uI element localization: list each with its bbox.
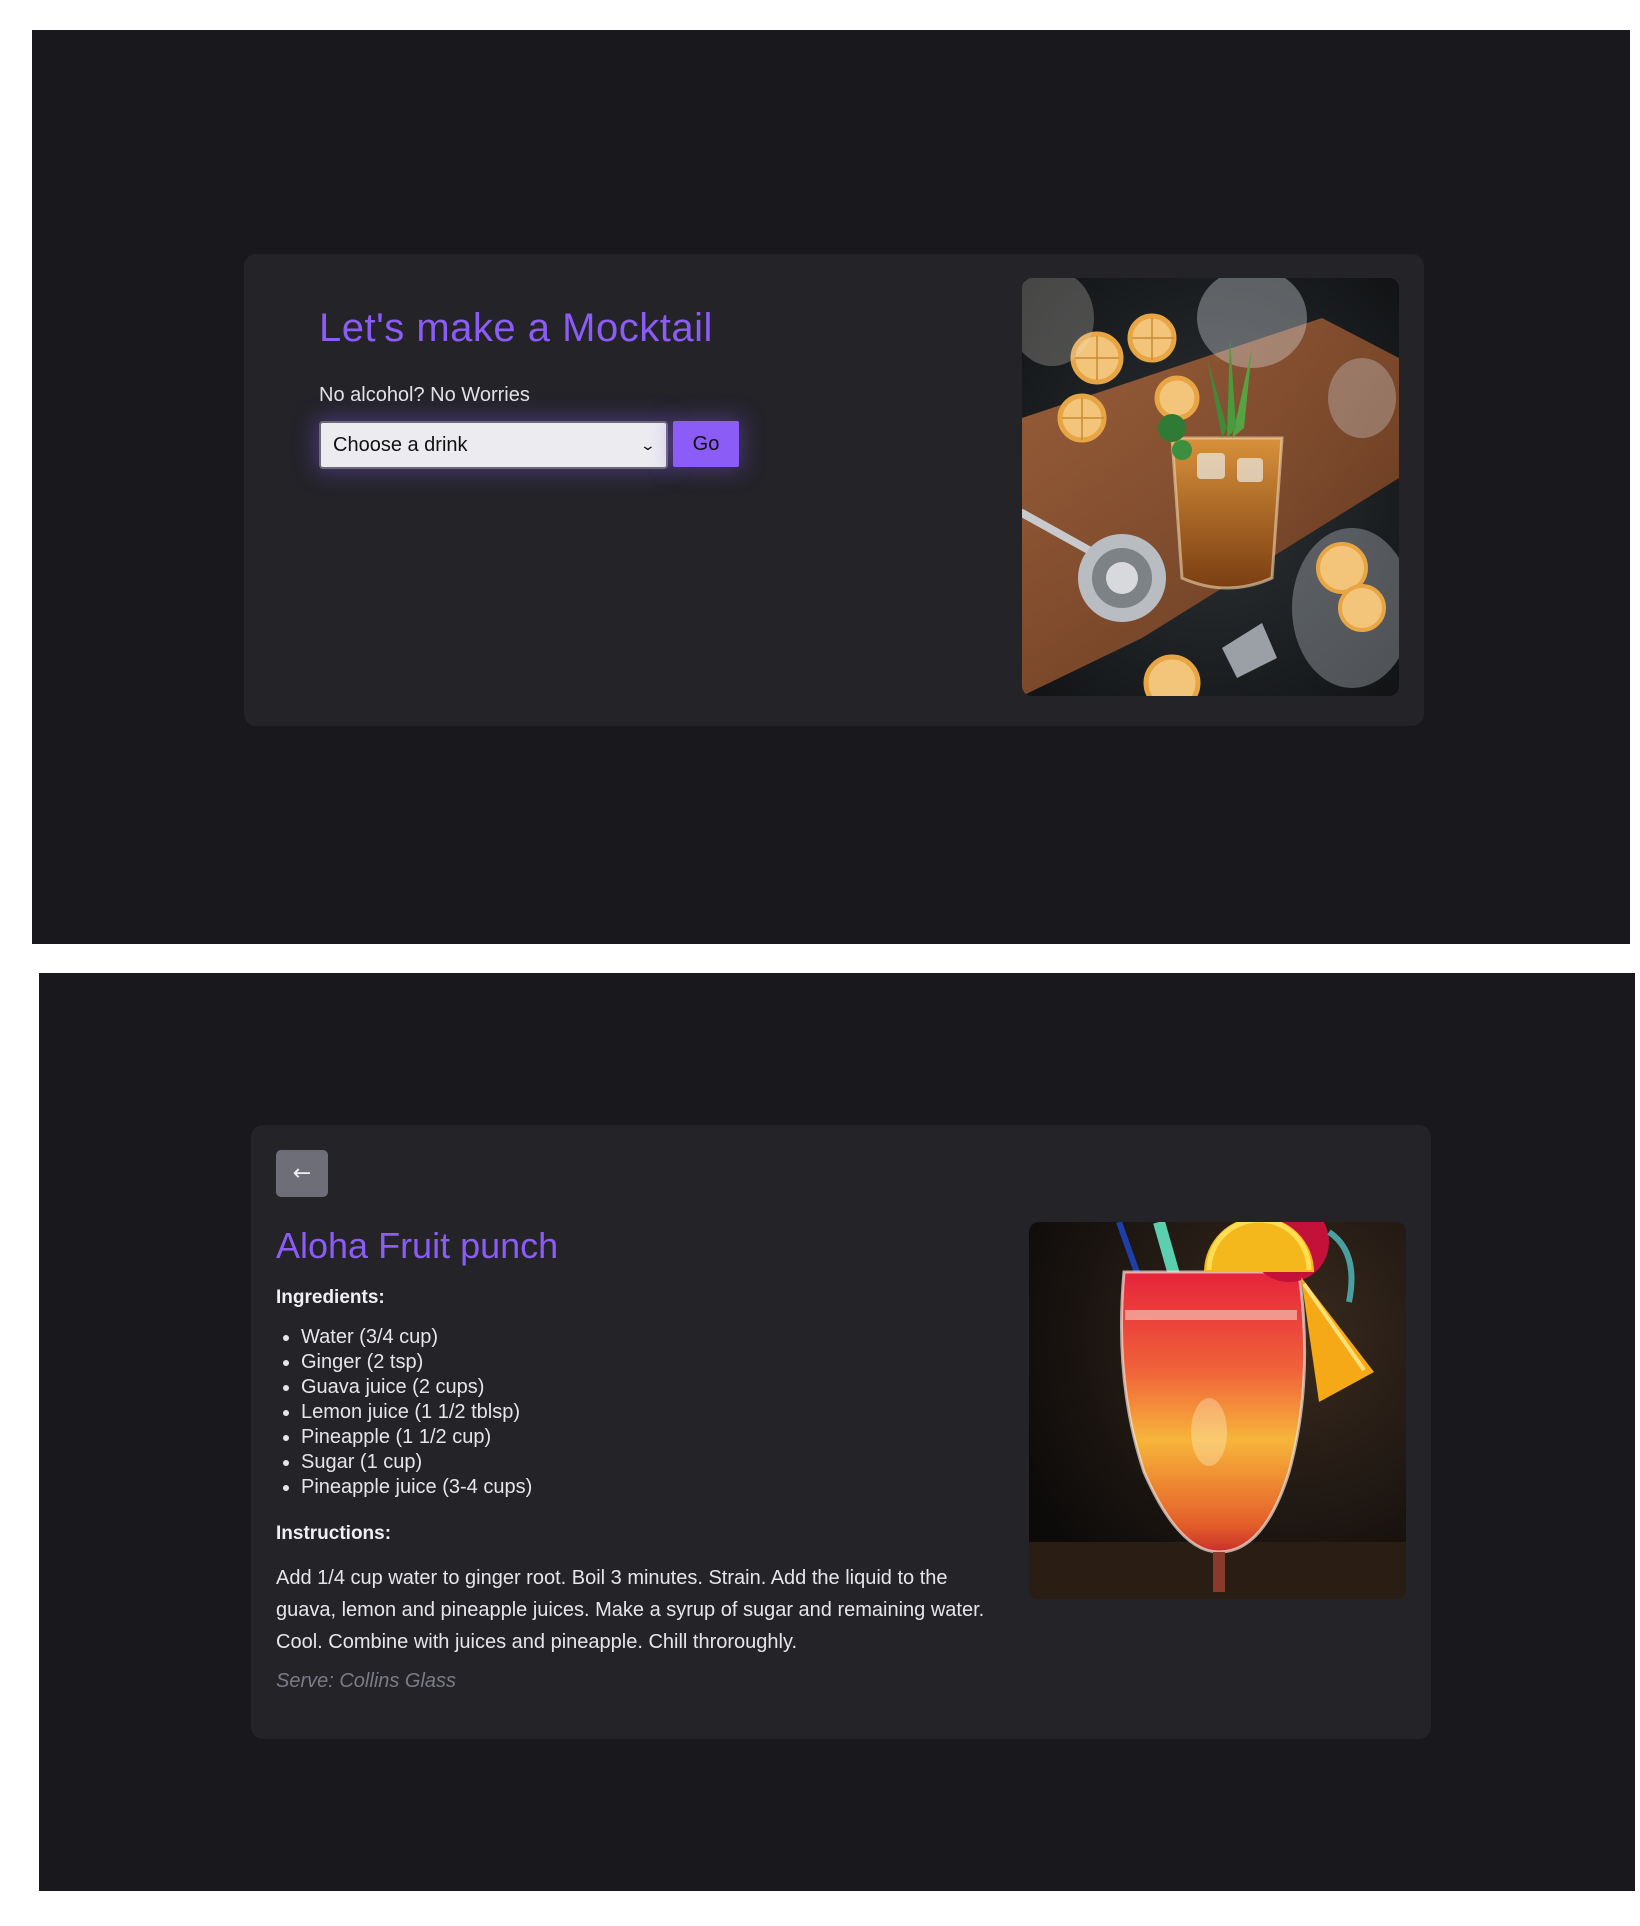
recipe-card: ← Aloha Fruit punch Ingredients: Water (… [251, 1125, 1431, 1739]
go-button[interactable]: Go [673, 421, 739, 467]
drink-select[interactable]: Choose a drink ⌄ [319, 421, 668, 469]
ingredient-item: Ginger (2 tsp) [301, 1350, 532, 1375]
drink-select-value: Choose a drink [333, 433, 468, 456]
mocktail-picker-card: Let's make a Mocktail No alcohol? No Wor… [244, 254, 1424, 726]
ingredient-item: Pineapple juice (3-4 cups) [301, 1475, 532, 1500]
home-screen: Let's make a Mocktail No alcohol? No Wor… [32, 30, 1630, 944]
ingredient-item: Water (3/4 cup) [301, 1325, 532, 1350]
ingredient-item: Guava juice (2 cups) [301, 1375, 532, 1400]
fruit-punch-glass-photo [1029, 1222, 1406, 1599]
back-button[interactable]: ← [276, 1150, 328, 1197]
recipe-screen: ← Aloha Fruit punch Ingredients: Water (… [39, 973, 1635, 1891]
ingredients-label: Ingredients: [276, 1287, 385, 1308]
instructions-text: Add 1/4 cup water to ginger root. Boil 3… [276, 1567, 985, 1653]
ingredient-item: Pineapple (1 1/2 cup) [301, 1425, 532, 1450]
ingredient-item: Lemon juice (1 1/2 tblsp) [301, 1400, 532, 1425]
cocktail-bar-photo [1022, 278, 1399, 696]
page-title: Let's make a Mocktail [319, 306, 713, 350]
serve-glass-note: Serve: Collins Glass [276, 1670, 457, 1692]
chevron-down-icon: ⌄ [639, 436, 657, 453]
cocktail-bar-illustration [1022, 278, 1399, 696]
page-subtitle: No alcohol? No Worries [319, 384, 530, 406]
recipe-title: Aloha Fruit punch [276, 1225, 559, 1266]
ingredient-item: Sugar (1 cup) [301, 1450, 532, 1475]
ingredients-list: Water (3/4 cup) Ginger (2 tsp) Guava jui… [276, 1325, 532, 1500]
fruit-punch-illustration [1029, 1222, 1406, 1599]
instructions-label: Instructions: [276, 1523, 392, 1544]
